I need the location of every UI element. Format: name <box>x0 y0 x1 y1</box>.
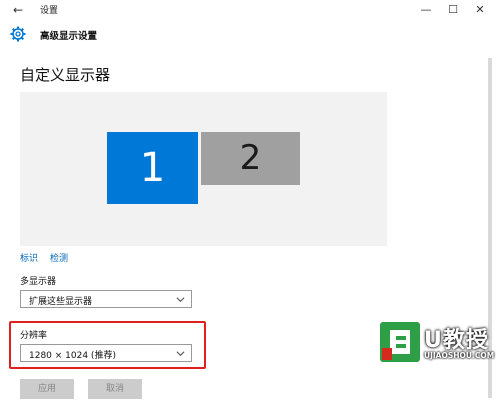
minimize-button[interactable]: — <box>414 0 438 20</box>
resolution-value: 1280 × 1024 (推荐) <box>29 351 116 361</box>
header-title: 高级显示设置 <box>40 31 98 42</box>
page-header: 高级显示设置 <box>0 20 500 48</box>
page-title: 自定义显示器 <box>20 66 111 84</box>
window-title: 设置 <box>40 6 59 16</box>
chevron-down-icon <box>176 351 185 357</box>
watermark: U教授 UJIAOSHOU.COM <box>380 318 500 370</box>
watermark-logo-icon <box>380 322 420 362</box>
title-bar: ← 设置 — ☐ ✕ <box>0 0 500 20</box>
detect-link[interactable]: 检测 <box>50 251 68 264</box>
resolution-label: 分辨率 <box>20 331 48 341</box>
gear-icon <box>10 26 26 42</box>
watermark-text: U教授 <box>424 328 489 353</box>
multiple-displays-label: 多显示器 <box>20 277 57 287</box>
back-arrow-icon[interactable]: ← <box>10 2 26 18</box>
close-button[interactable]: ✕ <box>468 0 492 20</box>
resolution-dropdown[interactable]: 1280 × 1024 (推荐) <box>20 344 192 362</box>
maximize-button[interactable]: ☐ <box>441 0 465 20</box>
monitor-1[interactable]: 1 <box>107 132 198 204</box>
multiple-displays-dropdown[interactable]: 扩展这些显示器 <box>20 290 192 308</box>
identify-link[interactable]: 标识 <box>20 251 38 264</box>
cancel-button[interactable]: 取消 <box>88 379 142 399</box>
watermark-url: UJIAOSHOU.COM <box>424 351 495 360</box>
multiple-displays-value: 扩展这些显示器 <box>29 297 93 307</box>
monitor-2[interactable]: 2 <box>201 132 300 185</box>
apply-button[interactable]: 应用 <box>20 379 74 399</box>
chevron-down-icon <box>176 297 185 303</box>
display-arrangement-area: 1 2 <box>20 92 387 246</box>
